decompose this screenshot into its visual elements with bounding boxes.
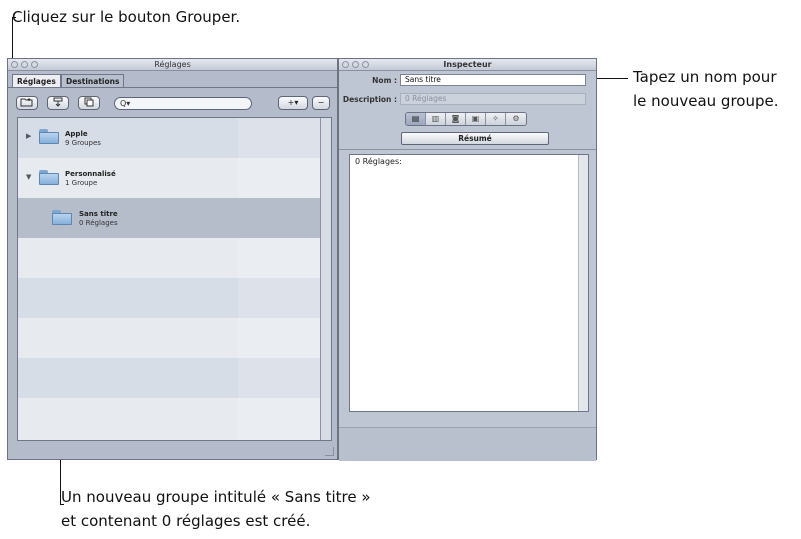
zoom-window-icon[interactable] xyxy=(31,61,38,68)
disclosure-triangle-expanded-icon[interactable]: ▼ xyxy=(26,173,31,181)
callout-new-group-line1: Un nouveau groupe intitulé « Sans titre … xyxy=(61,488,371,506)
summary-textarea[interactable]: 0 Réglages: xyxy=(349,154,589,412)
remove-button[interactable]: − xyxy=(312,96,330,110)
minimize-window-icon[interactable] xyxy=(352,61,359,68)
window-controls xyxy=(11,61,38,68)
inspector-segmented-control: ▤ ▥ ◙ ▣ ✧ ⚙ xyxy=(405,112,527,126)
duplicate-button[interactable] xyxy=(78,96,100,110)
summary-scrollbar[interactable] xyxy=(578,155,588,411)
close-window-icon[interactable] xyxy=(342,61,349,68)
add-button[interactable]: +▾ xyxy=(278,96,308,110)
callout-new-group-line2: et contenant 0 réglages est créé. xyxy=(61,512,311,530)
callout-line-top-tick xyxy=(12,17,16,18)
list-row-empty xyxy=(18,358,331,398)
inspector-footer xyxy=(339,427,596,461)
item-name: Sans titre xyxy=(79,210,118,218)
summary-icon[interactable]: ▤ xyxy=(406,113,426,125)
inspector-window: Inspecteur Nom : Sans titre Description … xyxy=(338,58,597,461)
layers-icon[interactable]: ▣ xyxy=(466,113,486,125)
item-name: Apple xyxy=(65,130,88,138)
resume-button[interactable]: Résumé xyxy=(401,132,549,145)
minimize-window-icon[interactable] xyxy=(21,61,28,68)
inspector-window-title: Inspecteur xyxy=(443,60,492,69)
item-subtitle: 0 Réglages xyxy=(79,219,118,227)
settings-titlebar[interactable]: Réglages xyxy=(8,59,337,71)
folder-icon xyxy=(39,129,59,144)
callout-name-line2: le nouveau groupe. xyxy=(633,92,779,110)
settings-list: ▶ Apple 9 Groupes ▼ Personnalisé 1 Group… xyxy=(17,117,332,441)
inspector-titlebar[interactable]: Inspecteur xyxy=(339,59,596,71)
close-window-icon[interactable] xyxy=(11,61,18,68)
callout-group-button: Cliquez sur le bouton Grouper. xyxy=(12,8,241,26)
filter-icon xyxy=(53,97,63,107)
photo-icon[interactable]: ◙ xyxy=(446,113,466,125)
list-row-empty xyxy=(18,318,331,358)
duplicate-icon xyxy=(84,97,94,107)
video-icon[interactable]: ▥ xyxy=(426,113,446,125)
filter-button[interactable] xyxy=(47,96,69,110)
name-label: Nom : xyxy=(372,76,397,85)
list-row-empty xyxy=(18,238,331,278)
tab-divider xyxy=(8,87,337,88)
summary-text: 0 Réglages: xyxy=(355,157,402,166)
tab-destinations[interactable]: Destinations xyxy=(61,74,125,88)
group-button[interactable] xyxy=(16,96,38,110)
effects-icon[interactable]: ✧ xyxy=(486,113,506,125)
list-item-personnalise[interactable]: ▼ Personnalisé 1 Groupe xyxy=(18,158,331,198)
item-subtitle: 9 Groupes xyxy=(65,139,101,147)
folder-icon xyxy=(52,210,72,225)
name-field[interactable]: Sans titre xyxy=(400,74,586,86)
settings-window: Réglages Réglages Destinations Q▾ +▾ − ▶ xyxy=(7,58,338,460)
item-subtitle: 1 Groupe xyxy=(65,179,98,187)
tab-reglages[interactable]: Réglages xyxy=(12,74,61,88)
description-label: Description : xyxy=(342,95,397,104)
callout-line-bottom-tick xyxy=(60,504,64,505)
list-item-sans-titre[interactable]: Sans titre 0 Réglages xyxy=(18,198,331,238)
resize-grip[interactable] xyxy=(325,447,334,456)
window-controls xyxy=(342,61,369,68)
description-field[interactable]: 0 Réglages xyxy=(400,93,586,105)
callout-name-line1: Tapez un nom pour xyxy=(633,68,777,86)
item-name: Personnalisé xyxy=(65,170,116,178)
settings-window-title: Réglages xyxy=(154,60,191,69)
folder-icon xyxy=(39,170,59,185)
list-scrollbar[interactable] xyxy=(320,118,331,440)
zoom-window-icon[interactable] xyxy=(362,61,369,68)
list-row-empty xyxy=(18,278,331,318)
gear-icon[interactable]: ⚙ xyxy=(506,113,526,125)
list-item-apple[interactable]: ▶ Apple 9 Groupes xyxy=(18,118,331,158)
list-row-empty xyxy=(18,398,331,440)
disclosure-triangle-icon[interactable]: ▶ xyxy=(26,132,31,140)
inspector-divider xyxy=(339,149,596,150)
search-input[interactable]: Q▾ xyxy=(114,97,252,110)
folder-group-icon xyxy=(20,98,33,107)
